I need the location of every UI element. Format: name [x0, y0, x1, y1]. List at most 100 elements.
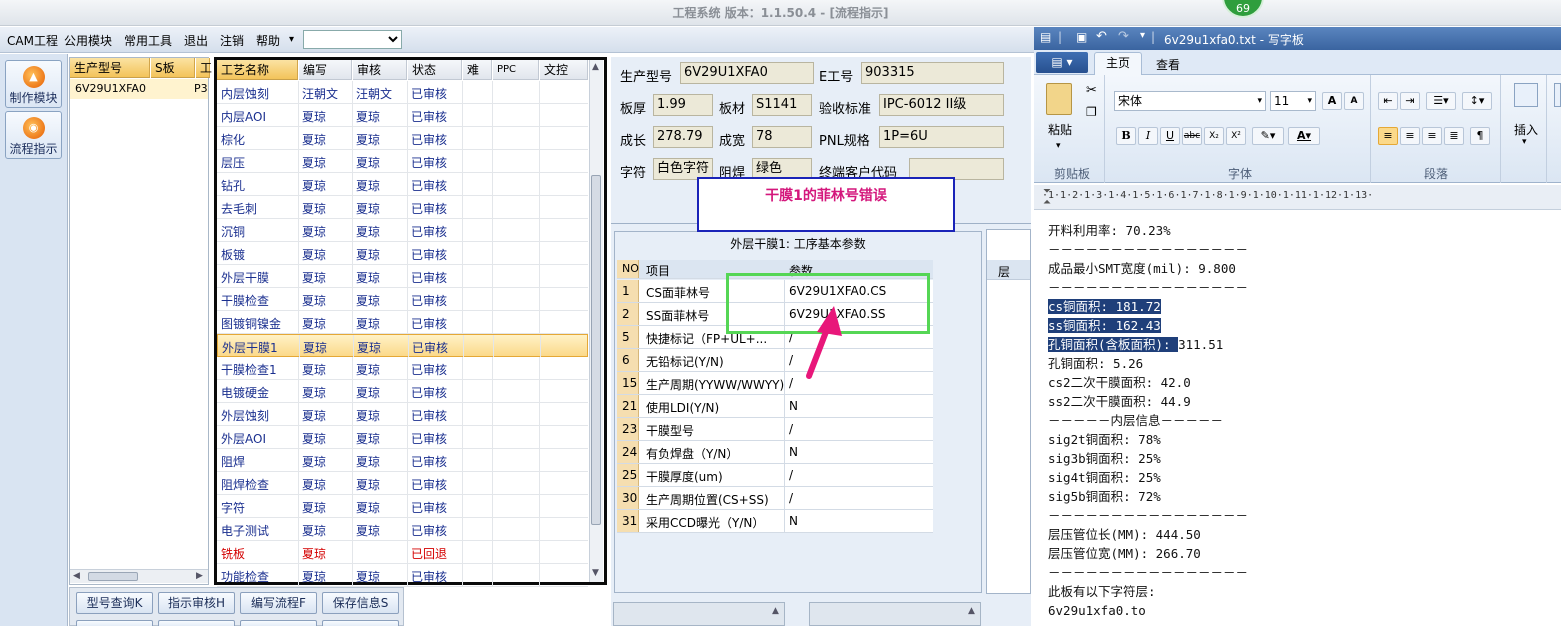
table-row[interactable]: 外层蚀刻 夏琼 夏琼 已审核	[217, 403, 588, 426]
decrease-indent-icon[interactable]: ⇤	[1378, 92, 1398, 110]
table-row[interactable]: 外层干膜1 夏琼 夏琼 已审核	[217, 334, 588, 357]
table-row[interactable]: 外层AOI 夏琼 夏琼 已审核	[217, 426, 588, 449]
font-name-select[interactable]: 宋体 ▾	[1114, 91, 1266, 111]
table-row[interactable]: 24 有负焊盘（Y/N） N	[617, 441, 933, 464]
line-spacing-icon[interactable]: ↕▾	[1462, 92, 1492, 110]
menu-dropdown[interactable]	[303, 30, 402, 49]
table-row[interactable]: 图镀铜镍金 夏琼 夏琼 已审核	[217, 311, 588, 334]
width-field[interactable]: 78	[752, 126, 812, 148]
table-row[interactable]: 21 使用LDI(Y/N) N	[617, 395, 933, 418]
column-header[interactable]: PPC	[493, 60, 539, 80]
horizontal-scrollbar[interactable]: ◀ ▶	[70, 569, 208, 583]
column-header[interactable]: NO	[622, 262, 639, 275]
table-row[interactable]: 干膜检查1 夏琼 夏琼 已审核	[217, 357, 588, 380]
font-size-select[interactable]: 11 ▾	[1270, 91, 1316, 111]
save-info-button[interactable]: 保存信息S	[322, 592, 399, 614]
italic-icon[interactable]: I	[1138, 127, 1158, 145]
extra-button[interactable]	[76, 620, 153, 626]
menu-exit[interactable]: 退出	[184, 32, 208, 49]
undo-icon[interactable]: ↶	[1096, 29, 1107, 44]
column-header[interactable]: 文控	[540, 60, 588, 80]
save-icon[interactable]: ▣	[1076, 30, 1087, 44]
prod-model-field[interactable]: 6V29U1XFA0	[680, 62, 814, 84]
chevron-down-icon[interactable]: ▾	[1056, 141, 1061, 151]
extra-button[interactable]	[322, 620, 399, 626]
increase-indent-icon[interactable]: ⇥	[1400, 92, 1420, 110]
scroll-down-icon[interactable]: ▼	[592, 568, 599, 578]
underline-icon[interactable]: U	[1160, 127, 1180, 145]
chevron-down-icon[interactable]: ▾	[289, 34, 294, 45]
paste-label[interactable]: 粘贴	[1048, 121, 1072, 138]
table-row[interactable]: 25 干膜厚度(um) /	[617, 464, 933, 487]
grow-font-icon[interactable]: A	[1322, 92, 1342, 110]
table-row[interactable]: 棕化 夏琼 夏琼 已审核	[217, 127, 588, 150]
table-row[interactable]: 31 采用CCD曝光（Y/N） N	[617, 510, 933, 533]
model-query-button[interactable]: 型号查询K	[76, 592, 153, 614]
e-no-field[interactable]: 903315	[861, 62, 1004, 84]
insert-label[interactable]: 插入	[1514, 121, 1538, 138]
column-header[interactable]: 项目	[646, 262, 670, 279]
sidebar-item-flow[interactable]: ◉ 流程指示	[5, 111, 62, 159]
ruler[interactable]: ⏷ ⏶ ·1·1·2·1·3·1·4·1·5·1·6·1·7·1·8·1·9·1…	[1034, 185, 1561, 210]
table-row[interactable]: 30 生产周期位置(CS+SS) /	[617, 487, 933, 510]
superscript-icon[interactable]: X²	[1226, 127, 1246, 145]
tab-view[interactable]: 查看	[1156, 56, 1180, 73]
tab-home[interactable]: 主页	[1094, 52, 1142, 76]
column-header[interactable]: 编写	[299, 60, 352, 80]
length-field[interactable]: 278.79	[653, 126, 713, 148]
column-header[interactable]: 状态	[408, 60, 462, 80]
indicate-review-button[interactable]: 指示审核H	[158, 592, 235, 614]
table-row[interactable]: 字符 夏琼 夏琼 已审核	[217, 495, 588, 518]
menu-logout[interactable]: 注销	[220, 32, 244, 49]
scroll-thumb[interactable]	[591, 175, 601, 525]
quick-access-dropdown-icon[interactable]: ▾	[1140, 30, 1145, 41]
picture-icon[interactable]	[1514, 83, 1538, 107]
table-row[interactable]: 钻孔 夏琼 夏琼 已审核	[217, 173, 588, 196]
table-row[interactable]: 15 生产周期(YYWW/WWYY) /	[617, 372, 933, 395]
scroll-up-icon[interactable]: ▲	[772, 606, 779, 616]
column-header[interactable]: S板	[151, 58, 195, 78]
redo-icon[interactable]: ↷	[1118, 29, 1129, 44]
menu-cam[interactable]: CAM工程	[7, 32, 58, 49]
paragraph-icon[interactable]: ¶	[1470, 127, 1490, 145]
column-header[interactable]: 工	[196, 58, 212, 78]
scroll-up-icon[interactable]: ▲	[592, 62, 599, 72]
table-row[interactable]: 去毛刺 夏琼 夏琼 已审核	[217, 196, 588, 219]
scroll-left-icon[interactable]: ◀	[73, 571, 80, 581]
table-row[interactable]: 6V29U1XFA0 P3	[70, 79, 208, 99]
font-color-icon[interactable]: A▾	[1288, 127, 1320, 145]
table-row[interactable]: 电镀硬金 夏琼 夏琼 已审核	[217, 380, 588, 403]
strikethrough-icon[interactable]: abc	[1182, 127, 1202, 145]
table-row[interactable]: 内层AOI 夏琼 夏琼 已审核	[217, 104, 588, 127]
table-row[interactable]: 板镀 夏琼 夏琼 已审核	[217, 242, 588, 265]
table-row[interactable]: 阻焊 夏琼 夏琼 已审核	[217, 449, 588, 472]
copy-icon[interactable]: ❐	[1086, 105, 1097, 119]
wordpad-app-icon[interactable]: ▤	[1040, 30, 1051, 44]
shrink-font-icon[interactable]: A	[1344, 92, 1364, 110]
vertical-scrollbar[interactable]: ▲ ▼	[589, 60, 603, 582]
table-row[interactable]: 层压 夏琼 夏琼 已审核	[217, 150, 588, 173]
menu-common-modules[interactable]: 公用模块	[64, 32, 112, 49]
table-row[interactable]: 电子测试 夏琼 夏琼 已审核	[217, 518, 588, 541]
thickness-field[interactable]: 1.99	[653, 94, 713, 116]
align-right-icon[interactable]: ≡	[1422, 127, 1442, 145]
table-row[interactable]: 干膜检查 夏琼 夏琼 已审核	[217, 288, 588, 311]
sidebar-item-make-module[interactable]: ▲ 制作模块	[5, 60, 62, 108]
material-field[interactable]: S1141	[752, 94, 812, 116]
table-row[interactable]: 功能检查 夏琼 夏琼 已审核	[217, 564, 588, 587]
subscript-icon[interactable]: X₂	[1204, 127, 1224, 145]
align-left-icon[interactable]: ≡	[1378, 127, 1398, 145]
menu-help[interactable]: 帮助	[256, 32, 280, 49]
table-row[interactable]: 外层干膜 夏琼 夏琼 已审核	[217, 265, 588, 288]
chevron-down-icon[interactable]: ▾	[1522, 137, 1527, 147]
edit-flow-button[interactable]: 编写流程F	[240, 592, 317, 614]
table-row[interactable]: 23 干膜型号 /	[617, 418, 933, 441]
document-body[interactable]: 开料利用率: 70.23% －－－－－－－－－－－－－－－－ 成品最小SMT宽度(m…	[1048, 221, 1248, 620]
column-header[interactable]: 工艺名称	[217, 60, 298, 80]
pnl-field[interactable]: 1P=6U	[879, 126, 1004, 148]
chevron-down-icon[interactable]: ▾	[1307, 92, 1312, 110]
bullet-list-icon[interactable]: ☰▾	[1426, 92, 1456, 110]
menu-tools[interactable]: 常用工具	[124, 32, 172, 49]
cut-icon[interactable]: ✂	[1086, 83, 1097, 98]
table-row[interactable]: 内层蚀刻 汪朝文 汪朝文 已审核	[217, 81, 588, 104]
